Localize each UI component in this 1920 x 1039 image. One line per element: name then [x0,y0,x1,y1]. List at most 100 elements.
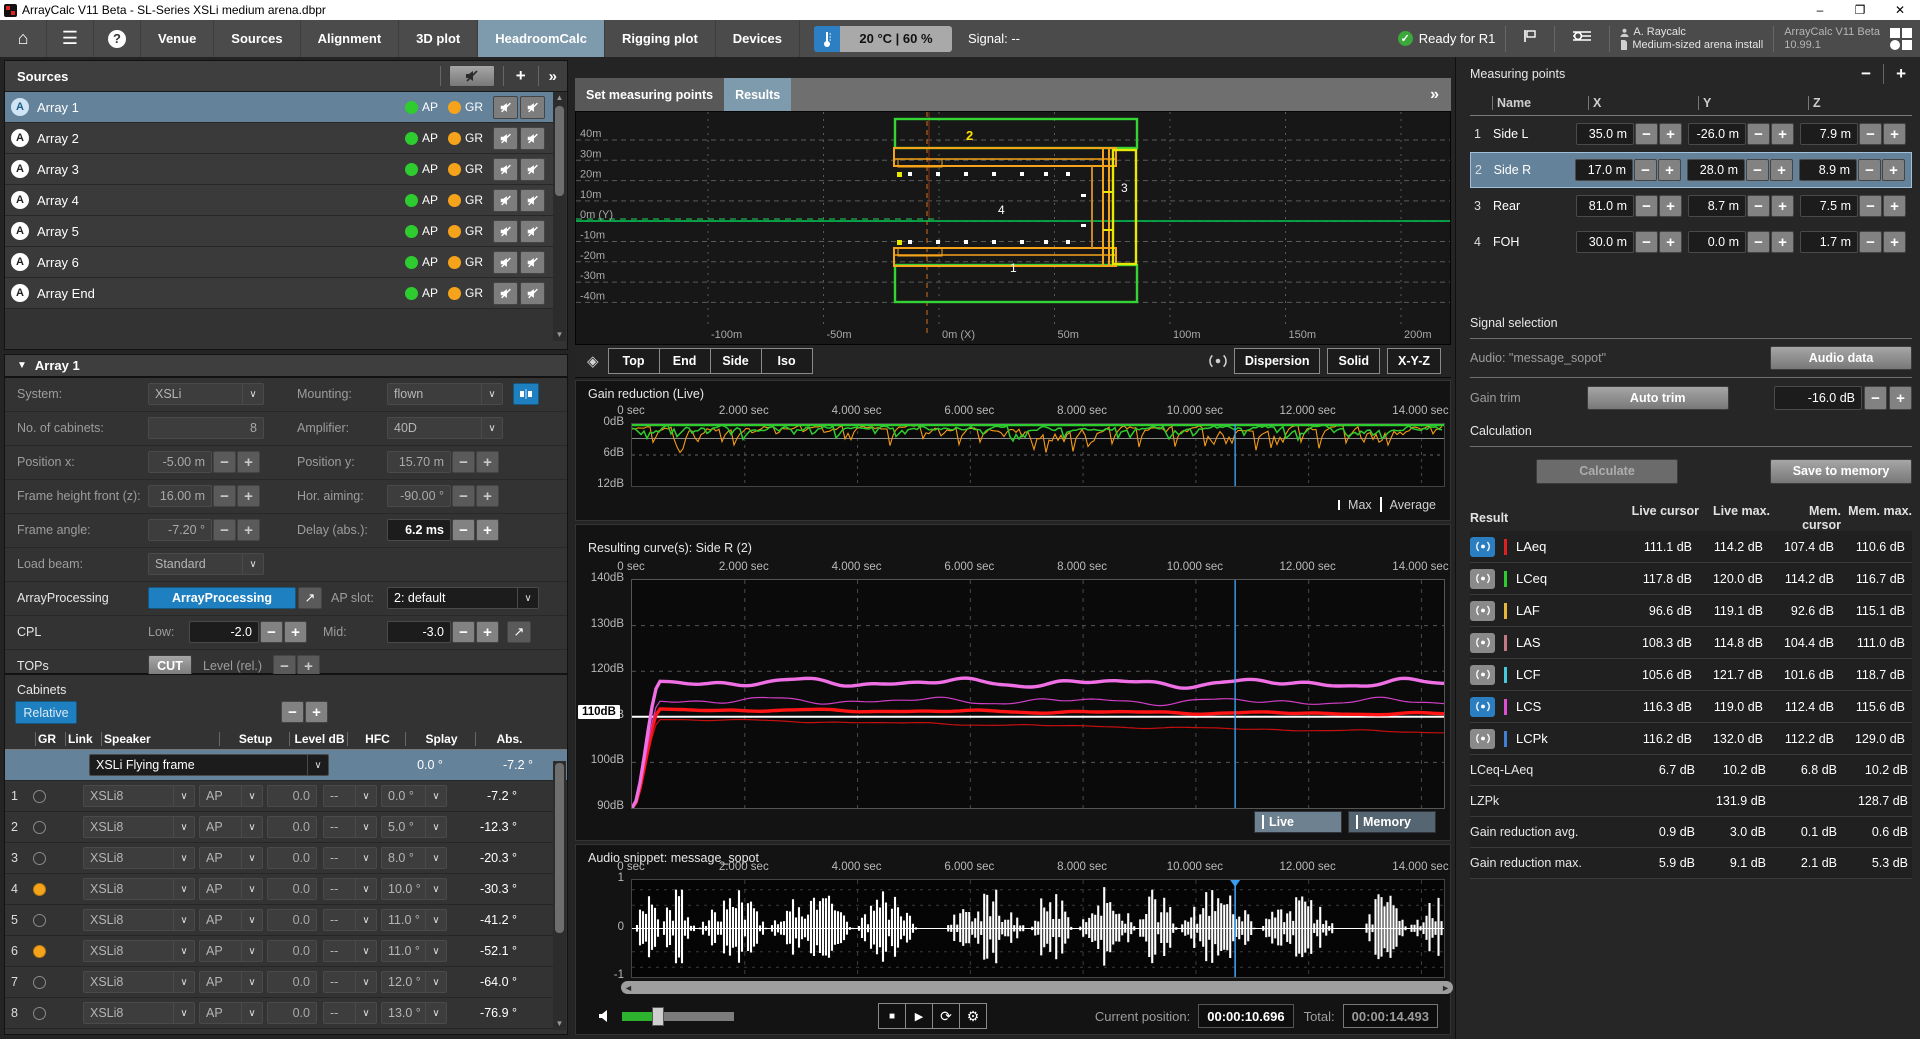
cabinet-row[interactable]: 1XSLi8∨AP∨0.0--∨0.0 °∨-7.2 ° [5,781,554,812]
hfc-dropdown[interactable]: --∨ [323,816,377,838]
speaker-dropdown[interactable]: XSLi8∨ [83,940,195,962]
add-cabinet-button[interactable]: + [305,701,328,723]
mirror-array-button[interactable] [513,383,539,405]
y-coordinate-field[interactable]: -26.0 m [1688,123,1746,145]
y-coordinate-minus-button[interactable]: − [1747,195,1770,217]
thermometer-button[interactable] [814,26,840,52]
z-coordinate-minus-button[interactable]: − [1859,231,1882,253]
frame-dropdown[interactable]: XSLi Flying frame∨ [89,754,329,776]
curve-visibility-toggle[interactable] [1470,537,1495,557]
z-coordinate-field[interactable]: 8.9 m [1799,159,1857,181]
x-coordinate-minus-button[interactable]: − [1635,123,1658,145]
level-field[interactable]: 0.0 [267,847,317,869]
add-source-button[interactable]: + [504,66,538,86]
loop-button[interactable]: ⟳ [932,1003,960,1029]
y-coordinate-minus-button[interactable]: − [1746,159,1769,181]
save-to-memory-button[interactable]: Save to memory [1770,459,1912,484]
gain-trim-value[interactable]: -16.0 dB [1774,386,1862,410]
plan-button-xyz[interactable]: X-Y-Z [1387,348,1441,374]
hor-aiming-plus-button[interactable]: + [476,485,499,507]
plot-expand-button[interactable]: » [1430,78,1451,111]
frame-angle-plus-button[interactable]: + [237,519,260,541]
cabinet-row[interactable]: 3XSLi8∨AP∨0.0--∨8.0 °∨-20.3 ° [5,843,554,874]
volume-slider[interactable] [622,1007,734,1026]
level-field[interactable]: 0.0 [267,785,317,807]
menu-item-3d-plot[interactable]: 3D plot [399,20,478,57]
z-coordinate-minus-button[interactable]: − [1858,159,1881,181]
z-coordinate-minus-button[interactable]: − [1859,195,1882,217]
calculate-button[interactable]: Calculate [1536,459,1678,484]
hor-aiming-minus-button[interactable]: − [452,485,475,507]
view-button-iso[interactable]: Iso [761,348,813,374]
frame-height-field[interactable]: 16.00 m [148,485,212,507]
gain-reduction-chart[interactable] [631,423,1445,492]
source-row[interactable]: AArray 4APGR [5,185,553,216]
scroll-right-icon[interactable]: ► [1441,983,1450,993]
menu-item-venue[interactable]: Venue [141,20,214,57]
curve-visibility-toggle[interactable] [1470,633,1495,653]
gain-trim-plus-button[interactable]: + [1889,386,1912,410]
auto-trim-button[interactable]: Auto trim [1587,386,1729,410]
gain-trim-minus-button[interactable]: − [1864,386,1887,410]
curve-visibility-toggle[interactable] [1470,569,1495,589]
x-coordinate-plus-button[interactable]: + [1659,123,1682,145]
x-coordinate-minus-button[interactable]: − [1634,159,1657,181]
plan-button-dispersion[interactable]: Dispersion [1234,348,1321,374]
x-coordinate-plus-button[interactable]: + [1659,195,1682,217]
measuring-point-row[interactable]: 2Side R17.0 m−+28.0 m−+8.9 m−+ [1470,152,1912,188]
z-coordinate-plus-button[interactable]: + [1883,123,1906,145]
position-x-minus-button[interactable]: − [213,451,236,473]
array-section-header[interactable]: ▼ Array 1 [4,354,568,377]
setup-dropdown[interactable]: AP∨ [199,816,263,838]
position-x-plus-button[interactable]: + [237,451,260,473]
level-field[interactable]: 0.0 [267,940,317,962]
memory-button[interactable]: Memory [1348,811,1436,833]
speaker-dropdown[interactable]: XSLi8∨ [83,909,195,931]
add-point-button[interactable]: + [1884,64,1912,84]
hfc-dropdown[interactable]: --∨ [323,847,377,869]
menu-item-alignment[interactable]: Alignment [301,20,400,57]
source-row[interactable]: AArray 2APGR [5,123,553,154]
position-y-minus-button[interactable]: − [452,451,475,473]
hfc-dropdown[interactable]: --∨ [323,971,377,993]
splay-dropdown[interactable]: 10.0 °∨ [381,878,447,900]
remove-cabinet-button[interactable]: − [281,701,304,723]
mute-array-button[interactable] [493,220,518,243]
splay-dropdown[interactable]: 8.0 °∨ [381,847,447,869]
speaker-dropdown[interactable]: XSLi8∨ [83,971,195,993]
plan-button-solid[interactable]: Solid [1327,348,1380,374]
solo-mute-button[interactable] [520,251,545,274]
flag-button[interactable] [1516,28,1544,49]
setup-dropdown[interactable]: AP∨ [199,909,263,931]
open-cpl-icon[interactable]: ↗ [507,621,531,643]
measuring-point-row[interactable]: 3Rear81.0 m−+8.7 m−+7.5 m−+ [1470,188,1912,224]
cpl-mid-plus-button[interactable]: + [476,621,499,643]
mute-array-button[interactable] [493,127,518,150]
x-coordinate-field[interactable]: 30.0 m [1576,231,1634,253]
cpl-mid-field[interactable]: -3.0 [387,621,451,643]
remove-point-button[interactable]: − [1849,64,1884,84]
y-coordinate-field[interactable]: 8.7 m [1688,195,1746,217]
open-ap-icon[interactable]: ↗ [298,587,322,609]
restore-button[interactable]: ❐ [1840,0,1880,20]
mixer-button[interactable] [1565,28,1599,49]
ap-slot-dropdown[interactable]: 2: default∨ [387,587,539,609]
volume-icon[interactable] [598,1009,612,1023]
workspace-grid-button[interactable] [1890,28,1912,50]
audio-scrollbar[interactable]: ◄► [621,981,1453,994]
level-field[interactable]: 0.0 [267,971,317,993]
load-beam-dropdown[interactable]: Standard∨ [148,553,264,575]
frame-height-minus-button[interactable]: − [213,485,236,507]
x-coordinate-field[interactable]: 17.0 m [1575,159,1633,181]
cabinet-row[interactable]: 7XSLi8∨AP∨0.0--∨12.0 °∨-64.0 ° [5,967,554,998]
play-button[interactable]: ▶ [905,1003,933,1029]
curve-visibility-toggle[interactable] [1470,697,1495,717]
menu-item-sources[interactable]: Sources [214,20,300,57]
average-button[interactable]: Average [1390,498,1436,512]
setup-dropdown[interactable]: AP∨ [199,1002,263,1024]
y-coordinate-plus-button[interactable]: + [1771,231,1794,253]
system-dropdown[interactable]: XSLi∨ [148,383,264,405]
menu-item-devices[interactable]: Devices [716,20,800,57]
curve-visibility-toggle[interactable] [1470,729,1495,749]
cpl-low-plus-button[interactable]: + [284,621,307,643]
